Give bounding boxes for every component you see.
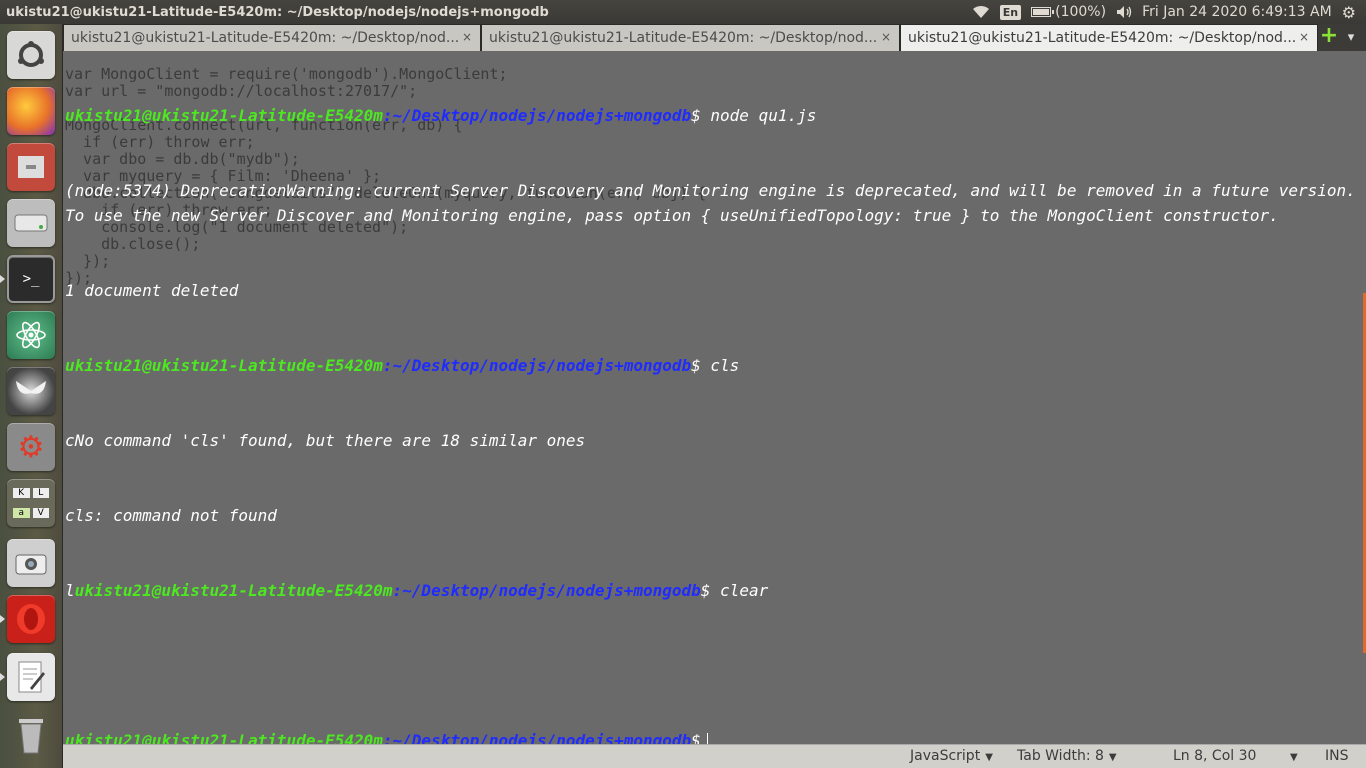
prompt-symbol: $ [691, 731, 701, 744]
keyboard-icon: K L a V [7, 479, 55, 527]
launcher-opera[interactable] [0, 594, 56, 644]
camera-icon [7, 539, 55, 587]
insert-mode-indicator: INS [1325, 748, 1349, 764]
firefox-icon [7, 87, 55, 135]
language-selector[interactable]: JavaScript ▼ [910, 748, 993, 764]
system-settings-icon: ⚙ [7, 423, 55, 471]
wifi-icon[interactable] [972, 5, 990, 19]
language-label: JavaScript [910, 748, 981, 764]
battery-indicator[interactable]: (100%) [1031, 4, 1106, 20]
trash-icon [7, 711, 55, 759]
new-tab-button[interactable]: + [1318, 24, 1340, 51]
tab-width-selector[interactable]: Tab Width: 8 ▼ [1017, 748, 1117, 764]
launcher-dash[interactable] [6, 30, 56, 80]
clock[interactable]: Fri Jan 24 2020 6:49:13 AM [1142, 4, 1332, 20]
tab-menu-button[interactable]: ▾ [1340, 24, 1362, 51]
running-indicator [0, 615, 5, 623]
launcher: >_ ⚙ K L a V [0, 24, 63, 768]
atom-icon [7, 311, 55, 359]
terminal-line: (node:5374) DeprecationWarning: current … [65, 181, 1366, 225]
tab-terminal-3[interactable]: ukistu21@ukistu21-Latitude-E5420m: ~/Des… [900, 24, 1318, 51]
tab-label: ukistu21@ukistu21-Latitude-E5420m: ~/Des… [489, 30, 878, 46]
terminal-line: cls: command not found [65, 506, 277, 525]
terminal-icon: >_ [7, 255, 55, 303]
terminal-line: ukistu21@ukistu21-Latitude-E5420m:~/Desk… [65, 353, 1358, 378]
editor-status-bar: JavaScript ▼ Tab Width: 8 ▼ Ln 8, Col 30 ▼… [63, 744, 1366, 768]
tab-terminal-2[interactable]: ukistu21@ukistu21-Latitude-E5420m: ~/Des… [481, 24, 900, 51]
terminal-line: lukistu21@ukistu21-Latitude-E5420m:~/Des… [65, 578, 1358, 603]
indicator-area: En (100%) Fri Jan 24 2020 6:49:13 AM ⚙ [972, 0, 1366, 24]
launcher-camera[interactable] [6, 538, 56, 588]
window-title: ukistu21@ukistu21-Latitude-E5420m: ~/Des… [6, 4, 549, 20]
launcher-disk[interactable] [6, 198, 56, 248]
tab-close-icon[interactable]: × [881, 30, 891, 44]
prompt-path: :~/Desktop/nodejs/nodejs+mongodb [382, 106, 692, 125]
text-editor-icon [7, 653, 55, 701]
gear-icon[interactable]: ⚙ [1342, 3, 1356, 22]
terminal-tab-bar: ukistu21@ukistu21-Latitude-E5420m: ~/Des… [63, 24, 1366, 51]
command-text: $ clear [700, 581, 769, 600]
launcher-terminal[interactable]: >_ [0, 254, 56, 304]
terminal-line: ukistu21@ukistu21-Latitude-E5420m:~/Desk… [65, 103, 1358, 128]
command-text: $ node qu1.js [691, 106, 817, 125]
prompt-path: :~/Desktop/nodejs/nodejs+mongodb [382, 731, 692, 744]
stray-char: l [65, 581, 75, 600]
ubuntu-dash-icon [7, 31, 55, 79]
volume-icon[interactable] [1116, 5, 1132, 19]
prompt-user: ukistu21@ukistu21-Latitude-E5420m [65, 731, 383, 744]
tab-close-icon[interactable]: × [1299, 30, 1309, 44]
tab-close-icon[interactable]: × [462, 30, 472, 44]
launcher-files[interactable] [6, 142, 56, 192]
launcher-text-editor[interactable] [0, 652, 56, 702]
terminal-line: cNo command 'cls' found, but there are 1… [65, 431, 586, 450]
top-panel: ukistu21@ukistu21-Latitude-E5420m: ~/Des… [0, 0, 1366, 24]
disk-icon [7, 199, 55, 247]
terminal-view[interactable]: var MongoClient = require('mongodb').Mon… [63, 51, 1366, 744]
files-icon [7, 143, 55, 191]
prompt-user: ukistu21@ukistu21-Latitude-E5420m [74, 581, 393, 600]
tab-label: ukistu21@ukistu21-Latitude-E5420m: ~/Des… [71, 30, 460, 46]
keyboard-language-indicator[interactable]: En [999, 4, 1022, 20]
tab-width-label: Tab Width: 8 [1017, 748, 1104, 764]
prompt-user: ukistu21@ukistu21-Latitude-E5420m [65, 106, 383, 125]
terminal-line: ukistu21@ukistu21-Latitude-E5420m:~/Desk… [65, 728, 1358, 744]
text-cursor [706, 732, 708, 744]
launcher-moth[interactable] [6, 366, 56, 416]
chevron-down-icon: ▼ [985, 752, 993, 763]
launcher-system-settings[interactable]: ⚙ [6, 422, 56, 472]
running-indicator [0, 275, 5, 283]
launcher-keyboard[interactable]: K L a V [6, 478, 56, 528]
launcher-firefox[interactable] [6, 86, 56, 136]
prompt-user: ukistu21@ukistu21-Latitude-E5420m [65, 356, 383, 375]
tab-label: ukistu21@ukistu21-Latitude-E5420m: ~/Des… [908, 30, 1297, 46]
command-text: $ cls [691, 356, 740, 375]
prompt-path: :~/Desktop/nodejs/nodejs+mongodb [382, 356, 692, 375]
chevron-down-icon: ▼ [1108, 752, 1117, 763]
cursor-position: Ln 8, Col 30 [1173, 748, 1257, 764]
opera-icon [7, 595, 55, 643]
prompt-path: :~/Desktop/nodejs/nodejs+mongodb [392, 581, 701, 600]
battery-icon [1031, 7, 1055, 17]
chevron-down-icon[interactable]: ▼ [1285, 748, 1298, 764]
launcher-atom[interactable] [6, 310, 56, 360]
launcher-trash[interactable] [6, 710, 56, 760]
running-indicator [0, 673, 5, 681]
tab-terminal-1[interactable]: ukistu21@ukistu21-Latitude-E5420m: ~/Des… [63, 24, 481, 51]
moth-icon [7, 367, 55, 415]
battery-percent: (100%) [1055, 4, 1107, 20]
terminal-output: ukistu21@ukistu21-Latitude-E5420m:~/Desk… [65, 53, 1358, 744]
terminal-line: 1 document deleted [65, 281, 239, 300]
